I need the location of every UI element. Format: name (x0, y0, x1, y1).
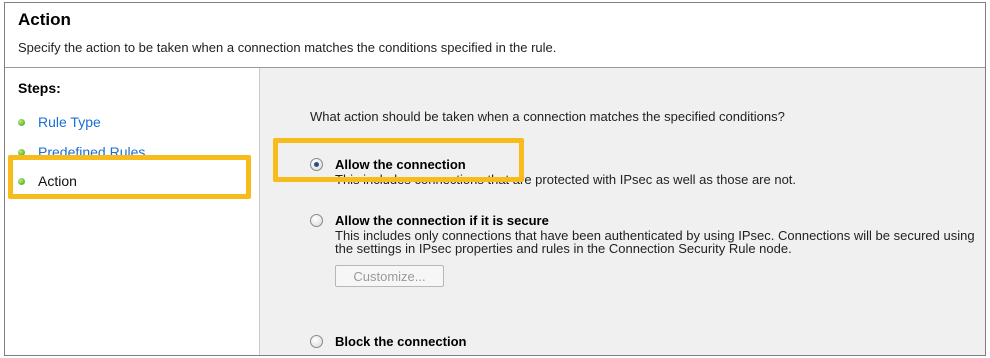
page-title: Action (18, 10, 71, 29)
steps-sidebar: Steps: Rule Type Predefined Rules Action (5, 68, 260, 355)
option-allow-secure-label[interactable]: Allow the connection if it is secure (335, 213, 549, 228)
wizard-header: Action Specify the action to be taken wh… (5, 3, 985, 68)
radio-block[interactable] (310, 334, 323, 348)
option-allow-secure[interactable]: Allow the connection if it is secure Thi… (310, 211, 985, 287)
steps-heading: Steps: (18, 80, 61, 96)
radio-allow[interactable] (310, 157, 323, 171)
step-action[interactable]: Action (18, 171, 77, 191)
option-allow-label[interactable]: Allow the connection (335, 157, 466, 172)
step-predefined-rules[interactable]: Predefined Rules (18, 142, 145, 162)
wizard-window: Action Specify the action to be taken wh… (4, 2, 986, 356)
option-block[interactable]: Block the connection (310, 332, 466, 350)
step-status-icon (18, 177, 25, 185)
step-rule-type[interactable]: Rule Type (18, 112, 101, 132)
option-block-label[interactable]: Block the connection (335, 334, 466, 349)
action-question: What action should be taken when a conne… (310, 109, 785, 124)
customize-button[interactable]: Customize... (335, 265, 444, 287)
step-status-icon (18, 118, 25, 126)
option-allow-description: This includes connections that are prote… (335, 172, 797, 187)
step-label: Action (38, 173, 77, 189)
step-label[interactable]: Rule Type (38, 114, 101, 130)
option-allow-secure-description: This includes only connections that have… (335, 228, 975, 256)
option-allow[interactable]: Allow the connection This includes conne… (310, 155, 985, 186)
action-content-panel: What action should be taken when a conne… (260, 68, 985, 355)
step-label[interactable]: Predefined Rules (38, 144, 145, 160)
page-description: Specify the action to be taken when a co… (18, 40, 557, 55)
step-status-icon (18, 148, 25, 156)
radio-allow-secure[interactable] (310, 213, 323, 227)
